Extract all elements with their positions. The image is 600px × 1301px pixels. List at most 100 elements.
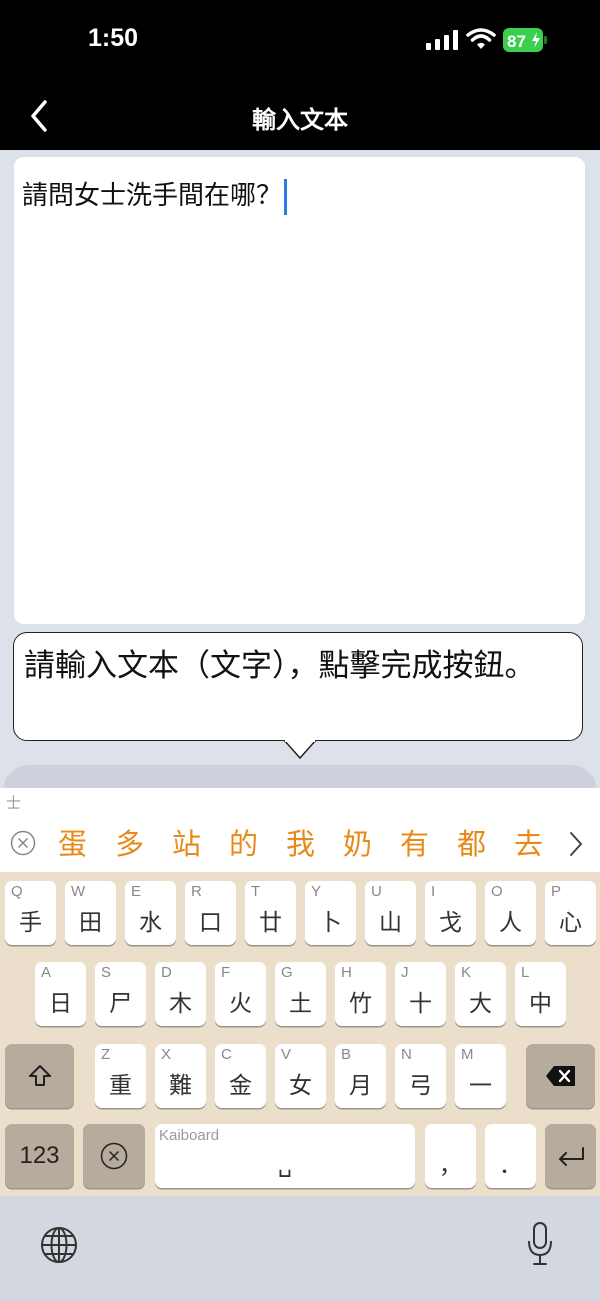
clear-icon[interactable] [10, 830, 36, 856]
key-letter: I [431, 883, 436, 900]
numbers-key[interactable]: 123 [5, 1124, 74, 1188]
candidate-item[interactable]: 蛋 [44, 822, 101, 866]
space-key-label: Kaiboard [159, 1127, 220, 1144]
key-y[interactable]: Y卜 [305, 881, 356, 945]
key-b[interactable]: B月 [335, 1044, 386, 1108]
battery-level: 87 [507, 32, 526, 51]
shift-icon [29, 1065, 51, 1086]
keyboard: 123 Kaiboard ␣ ， ． Q手W田E水R口T廿Y卜U山I戈O人P心A… [0, 872, 600, 1196]
candidate-item[interactable]: 的 [215, 822, 272, 866]
candidate-item[interactable]: 去 [500, 822, 557, 866]
key-l[interactable]: L中 [515, 962, 566, 1026]
key-n[interactable]: N弓 [395, 1044, 446, 1108]
candidate-list: 蛋多站的我奶有都去 [44, 822, 564, 866]
tooltip-text: 請輸入文本（文字），點擊完成按鈕。 [24, 648, 536, 684]
key-letter: E [131, 883, 142, 900]
composition-text: 士 [6, 794, 22, 812]
key-r[interactable]: R口 [185, 881, 236, 945]
cellular-signal-icon [426, 30, 458, 50]
chevron-right-icon[interactable] [566, 830, 586, 858]
key-letter: K [461, 964, 472, 981]
text-cursor [284, 178, 288, 215]
key-t[interactable]: T廿 [245, 881, 296, 945]
key-u[interactable]: U山 [365, 881, 416, 945]
delete-key[interactable] [526, 1044, 595, 1108]
key-radical: 月 [349, 1073, 372, 1099]
key-letter: C [221, 1046, 232, 1063]
clear-input-icon [100, 1142, 128, 1170]
globe-icon[interactable] [40, 1226, 78, 1264]
key-letter: Z [101, 1046, 111, 1063]
text-input-area[interactable]: 請問女士洗手間在哪？ [14, 157, 585, 624]
page-title: 輸入文本 [252, 106, 348, 134]
key-radical: 卜 [319, 910, 342, 936]
key-radical: 心 [559, 910, 582, 936]
key-radical: 手 [19, 910, 42, 936]
shift-key[interactable] [5, 1044, 74, 1108]
battery-icon: 87 [503, 28, 547, 52]
key-letter: U [371, 883, 382, 900]
key-radical: 田 [79, 910, 102, 936]
space-key[interactable]: Kaiboard ␣ [155, 1124, 415, 1188]
key-radical: 口 [199, 910, 222, 936]
key-radical: 木 [169, 991, 192, 1017]
key-g[interactable]: G土 [275, 962, 326, 1026]
key-radical: 中 [529, 991, 552, 1017]
key-letter: P [551, 883, 562, 900]
key-letter: H [341, 964, 352, 981]
key-letter: Y [311, 883, 322, 900]
key-radical: 日 [49, 991, 72, 1017]
candidate-item[interactable]: 奶 [329, 822, 386, 866]
key-letter: N [401, 1046, 412, 1063]
candidate-item[interactable]: 都 [443, 822, 500, 866]
key-i[interactable]: I戈 [425, 881, 476, 945]
clear-input-key[interactable] [83, 1124, 145, 1188]
key-radical: 水 [139, 910, 162, 936]
key-w[interactable]: W田 [65, 881, 116, 945]
key-o[interactable]: O人 [485, 881, 536, 945]
key-p[interactable]: P心 [545, 881, 596, 945]
key-a[interactable]: A日 [35, 962, 86, 1026]
key-e[interactable]: E水 [125, 881, 176, 945]
key-radical: 難 [169, 1073, 192, 1099]
key-radical: 火 [229, 991, 252, 1017]
key-letter: G [281, 964, 293, 981]
key-k[interactable]: K大 [455, 962, 506, 1026]
microphone-icon[interactable] [527, 1222, 553, 1266]
return-key[interactable] [545, 1124, 596, 1188]
key-c[interactable]: C金 [215, 1044, 266, 1108]
key-x[interactable]: X難 [155, 1044, 206, 1108]
candidate-item[interactable]: 站 [158, 822, 215, 866]
key-m[interactable]: M一 [455, 1044, 506, 1108]
key-radical: 一 [469, 1073, 492, 1099]
period-key[interactable]: ． [485, 1124, 536, 1188]
comma-key[interactable]: ， [425, 1124, 476, 1188]
key-letter: X [161, 1046, 172, 1063]
return-icon [559, 1147, 584, 1166]
candidate-item[interactable]: 我 [272, 822, 329, 866]
key-letter: J [401, 964, 409, 981]
key-q[interactable]: Q手 [5, 881, 56, 945]
key-h[interactable]: H竹 [335, 962, 386, 1026]
key-letter: Q [11, 883, 23, 900]
key-letter: L [521, 964, 530, 981]
space-glyph: ␣ [278, 1153, 292, 1178]
numbers-key-label: 123 [19, 1142, 60, 1169]
key-j[interactable]: J十 [395, 962, 446, 1026]
key-radical: 山 [379, 910, 402, 936]
key-v[interactable]: V女 [275, 1044, 326, 1108]
key-f[interactable]: F火 [215, 962, 266, 1026]
status-time: 1:50 [88, 24, 139, 52]
key-s[interactable]: S尸 [95, 962, 146, 1026]
candidate-item[interactable]: 有 [386, 822, 443, 866]
key-radical: 土 [289, 991, 312, 1017]
key-radical: 重 [109, 1073, 132, 1099]
key-z[interactable]: Z重 [95, 1044, 146, 1108]
key-letter: F [221, 964, 231, 981]
candidate-item[interactable]: 多 [101, 822, 158, 866]
key-letter: D [161, 964, 172, 981]
key-letter: T [251, 883, 261, 900]
delete-icon [546, 1066, 575, 1086]
key-d[interactable]: D木 [155, 962, 206, 1026]
key-letter: O [491, 883, 503, 900]
